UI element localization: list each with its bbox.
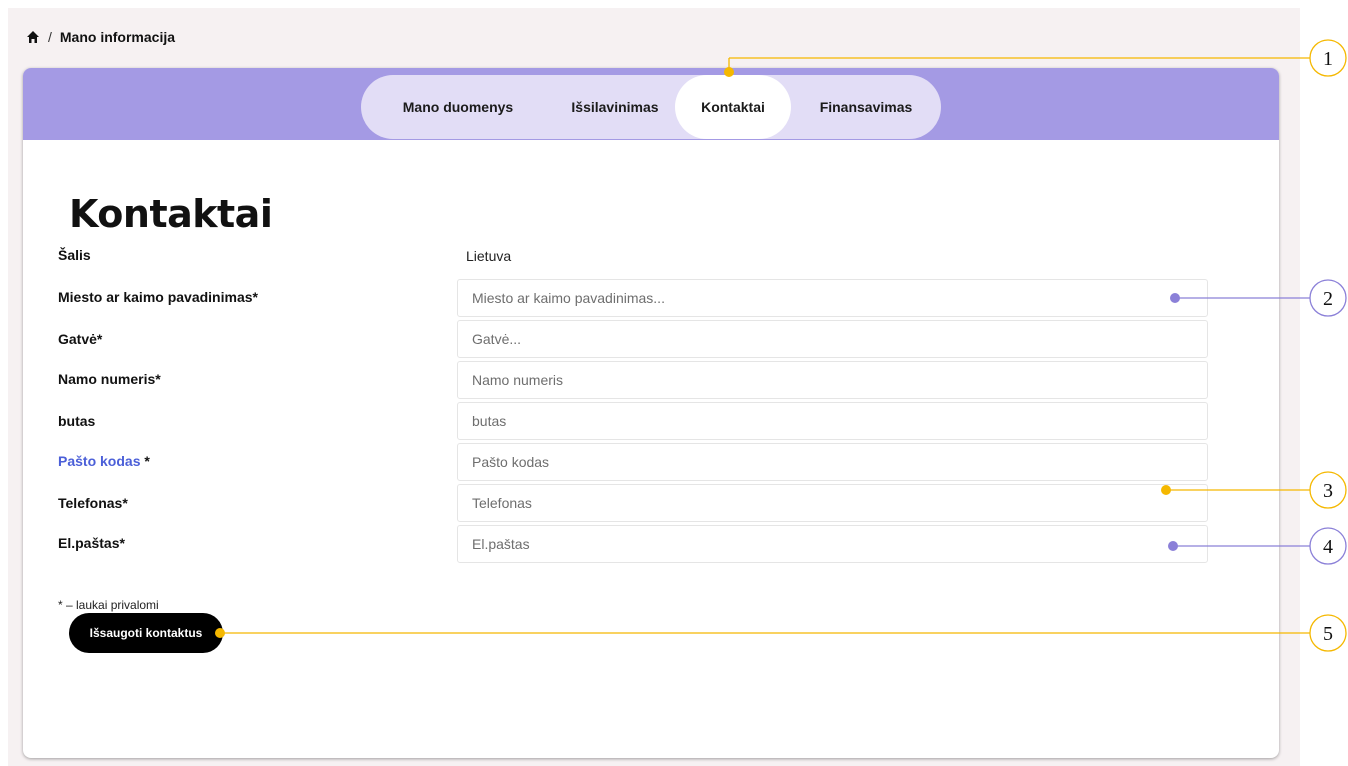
street-input[interactable] (457, 320, 1208, 358)
card-header: Mano duomenys Išsilavinimas Kontaktai Fi… (23, 68, 1279, 140)
tab-mano-duomenys[interactable]: Mano duomenys (361, 75, 555, 139)
callout-2-number: 2 (1323, 288, 1333, 310)
callout-1-number: 1 (1323, 48, 1333, 70)
house-number-input[interactable] (457, 361, 1208, 399)
home-icon[interactable] (26, 30, 40, 44)
postal-code-label: Pašto kodas * (58, 453, 150, 469)
city-input[interactable] (457, 279, 1208, 317)
country-value: Lietuva (466, 248, 512, 264)
flat-label: butas (58, 413, 96, 429)
breadcrumb-separator: / (48, 29, 52, 45)
flat-input[interactable] (457, 402, 1208, 440)
street-label: Gatvė* (58, 331, 103, 347)
callout-3-number: 3 (1323, 480, 1333, 502)
tab-bar: Mano duomenys Išsilavinimas Kontaktai Fi… (361, 75, 941, 139)
callout-4-badge (1309, 527, 1347, 565)
phone-label: Telefonas* (58, 495, 128, 511)
callout-1-badge (1309, 39, 1347, 77)
country-label: Šalis (58, 247, 91, 263)
required-mark: * (140, 453, 150, 469)
callout-2-badge (1309, 279, 1347, 317)
email-label: El.paštas* (58, 535, 125, 551)
email-input[interactable] (457, 525, 1208, 563)
city-label: Miesto ar kaimo pavadinimas* (58, 289, 258, 305)
callout-4-number: 4 (1323, 536, 1333, 558)
save-contacts-button[interactable]: Išsaugoti kontaktus (69, 613, 223, 653)
breadcrumb: / Mano informacija (26, 27, 175, 47)
tab-finansavimas[interactable]: Finansavimas (791, 75, 941, 139)
callout-3-badge (1309, 471, 1347, 509)
callout-5-number: 5 (1323, 623, 1333, 645)
contacts-card: Mano duomenys Išsilavinimas Kontaktai Fi… (23, 68, 1279, 758)
house-number-label: Namo numeris* (58, 371, 161, 387)
callout-5-badge (1309, 614, 1347, 652)
tab-issilavinimas[interactable]: Išsilavinimas (555, 75, 675, 139)
tab-kontaktai[interactable]: Kontaktai (675, 75, 791, 139)
required-note: * – laukai privalomi (58, 598, 159, 612)
breadcrumb-current: Mano informacija (59, 29, 176, 45)
page-title: Kontaktai (69, 192, 273, 236)
postal-code-link[interactable]: Pašto kodas (58, 453, 140, 469)
phone-input[interactable] (457, 484, 1208, 522)
postal-code-input[interactable] (457, 443, 1208, 481)
